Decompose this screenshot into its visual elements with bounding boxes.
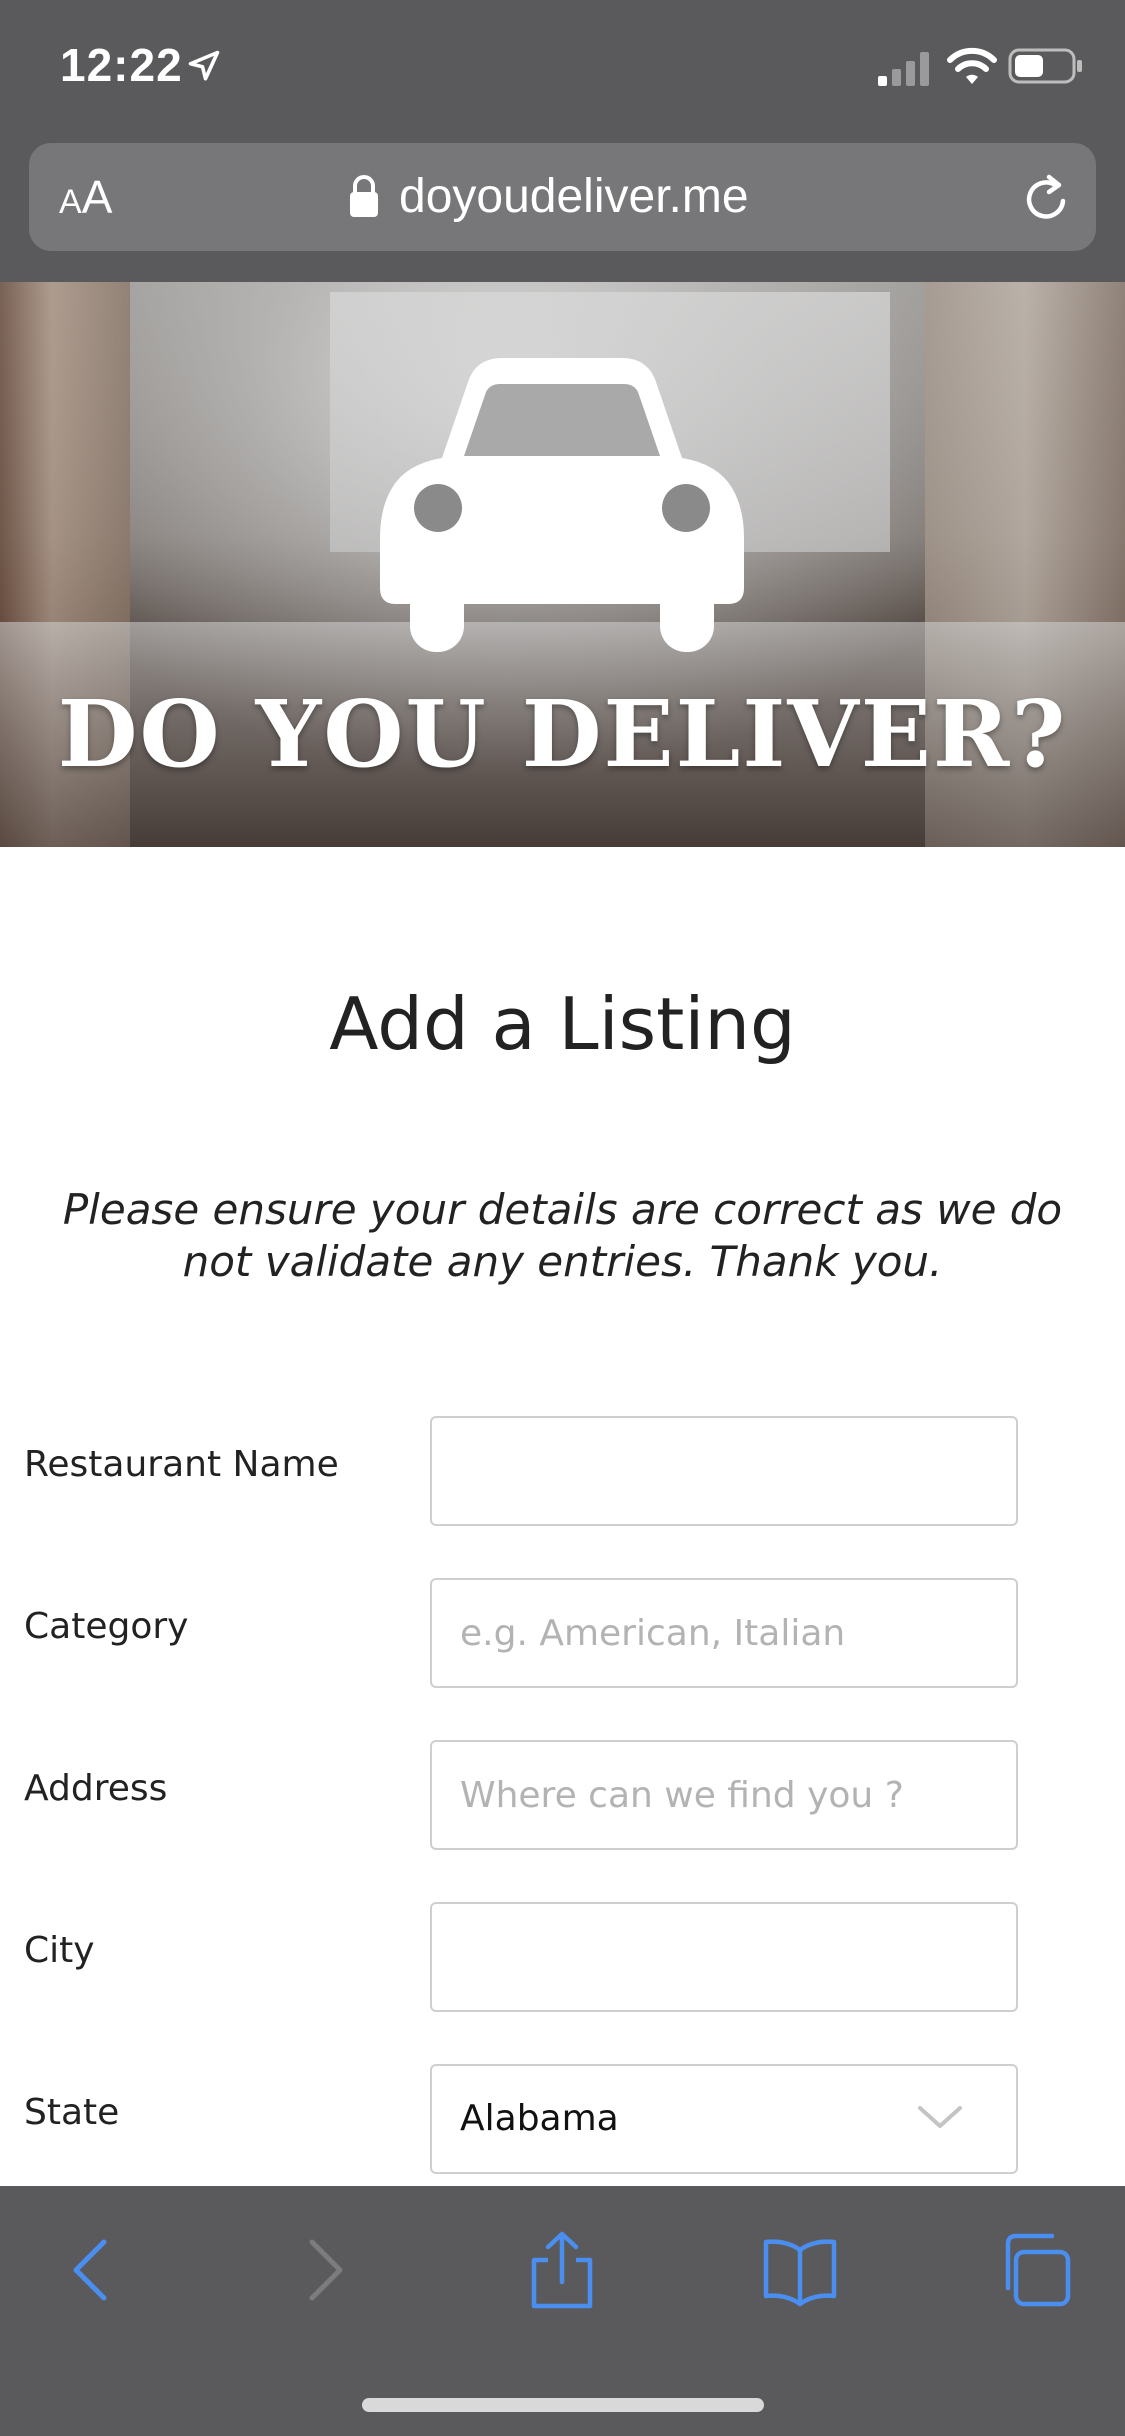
status-time: 12:22 — [60, 39, 183, 91]
share-icon[interactable] — [522, 2230, 602, 2310]
address-bar[interactable]: AA doyoudeliver.me — [29, 143, 1096, 251]
hero-banner: DO YOU DELIVER? — [0, 282, 1125, 847]
bookmarks-icon[interactable] — [760, 2230, 840, 2310]
city-label: City — [24, 1930, 95, 1971]
form-row-restaurant-name: Restaurant Name — [0, 1416, 1125, 1528]
city-input[interactable] — [430, 1902, 1018, 2012]
browser-chrome-top: 12:22 AA doyoudeliver.me — [0, 0, 1125, 282]
site-logo-title: DO YOU DELIVER? — [57, 680, 1068, 788]
wifi-icon — [947, 47, 997, 84]
address-label: Address — [24, 1768, 168, 1809]
state-select-value: Alabama — [460, 2098, 619, 2139]
chevron-down-icon — [918, 2106, 962, 2128]
battery-icon — [1008, 48, 1082, 84]
car-icon — [380, 358, 744, 652]
form-row-address: Address — [0, 1740, 1125, 1852]
reload-icon[interactable] — [1019, 171, 1075, 227]
form-row-state: State Alabama — [0, 2064, 1125, 2176]
page-title: Add a Listing — [329, 982, 796, 1066]
back-icon[interactable] — [52, 2230, 132, 2310]
url-text[interactable]: doyoudeliver.me — [399, 165, 749, 229]
address-input[interactable] — [430, 1740, 1018, 1850]
category-input[interactable] — [430, 1578, 1018, 1688]
lock-icon — [350, 175, 378, 217]
text-size-button[interactable]: AA — [59, 165, 112, 229]
state-select[interactable]: Alabama — [430, 2064, 1018, 2174]
location-arrow-icon — [188, 50, 220, 81]
form-row-category: Category — [0, 1578, 1125, 1690]
status-bar: 12:22 — [0, 0, 1125, 140]
home-indicator[interactable] — [362, 2398, 764, 2412]
restaurant-name-label: Restaurant Name — [24, 1444, 339, 1485]
cellular-signal-icon — [878, 52, 929, 86]
restaurant-name-input[interactable] — [430, 1416, 1018, 1526]
state-label: State — [24, 2092, 120, 2133]
validation-notice: Please ensure your details are correct a… — [62, 1185, 1063, 1286]
form-row-city: City — [0, 1902, 1125, 2014]
tabs-icon[interactable] — [994, 2230, 1074, 2310]
forward-icon[interactable] — [284, 2230, 364, 2310]
category-label: Category — [24, 1606, 189, 1647]
